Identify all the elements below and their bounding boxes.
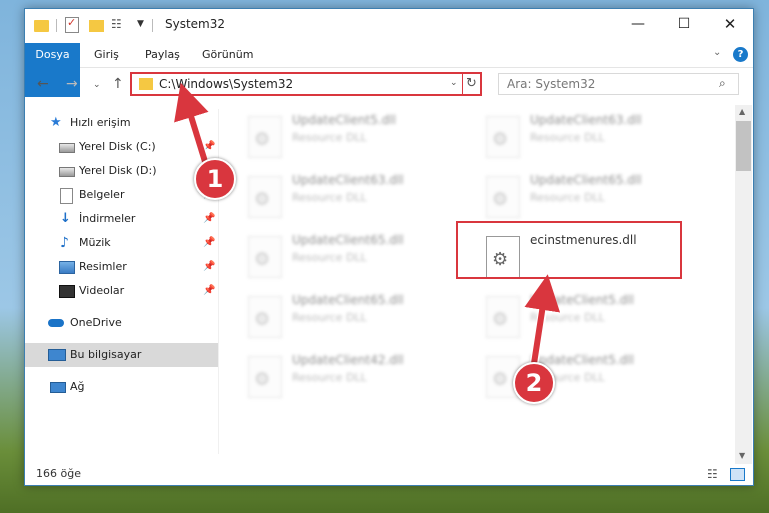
annotation-arrows — [174, 82, 561, 371]
step-2-badge: 2 — [513, 362, 555, 404]
step-1-badge: 1 — [194, 158, 236, 200]
arrow-1 — [174, 82, 210, 169]
